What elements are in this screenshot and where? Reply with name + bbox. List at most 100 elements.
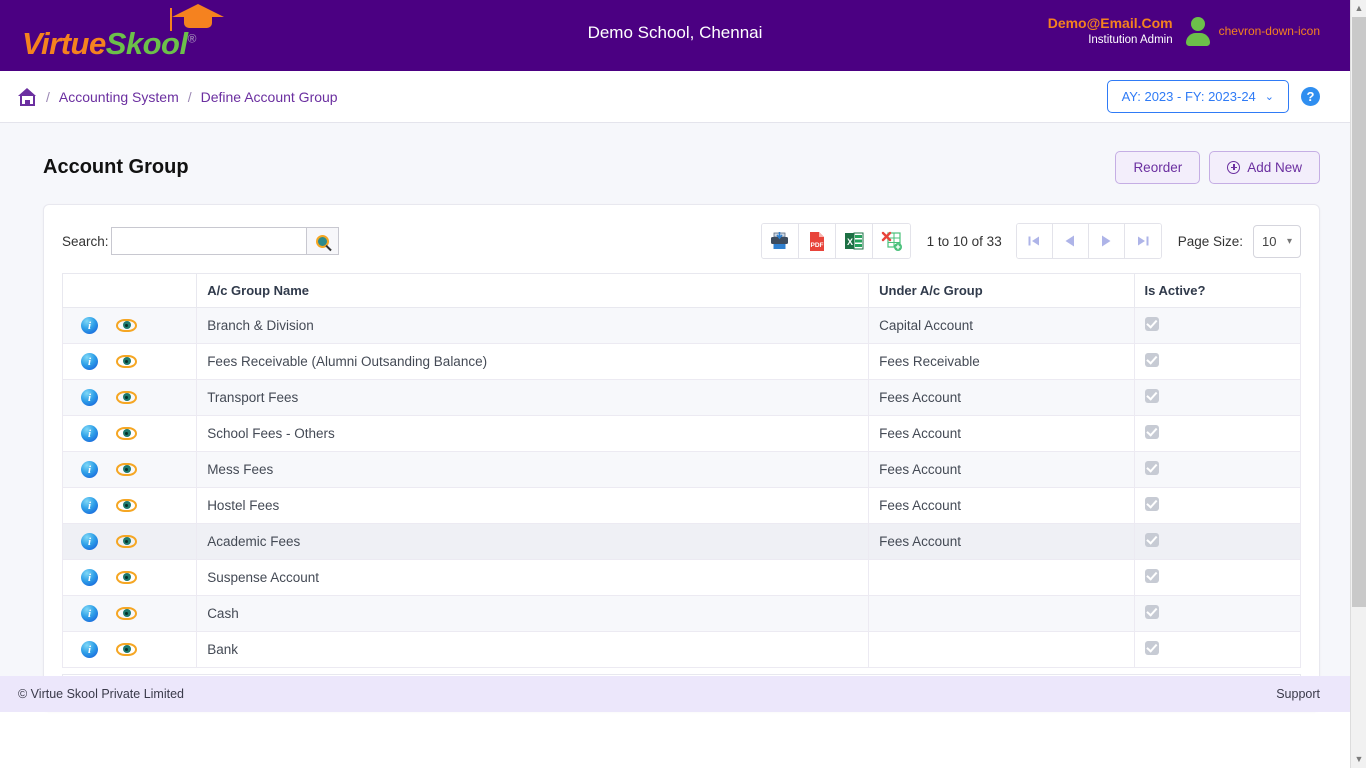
next-page-icon[interactable]: [1088, 224, 1125, 258]
breadcrumb-separator-2: /: [187, 88, 192, 105]
cell-under-ac-group: Fees Account: [868, 523, 1135, 560]
footer-support-link[interactable]: Support: [1276, 687, 1320, 701]
info-icon[interactable]: i: [81, 425, 98, 442]
chevron-down-icon[interactable]: chevron-down-icon: [1219, 24, 1320, 38]
add-new-button[interactable]: Add New: [1209, 151, 1320, 184]
cell-is-active: [1133, 379, 1301, 416]
cell-ac-group-name: Bank: [196, 631, 870, 668]
info-icon[interactable]: i: [81, 461, 98, 478]
table-row[interactable]: i Mess Fees Fees Account: [61, 451, 1301, 488]
window-vertical-scrollbar[interactable]: ▲ ▼: [1350, 0, 1366, 768]
page-size-select[interactable]: 10 ▾: [1253, 224, 1301, 258]
info-icon[interactable]: i: [81, 641, 98, 658]
cell-ac-group-name: Cash: [196, 595, 870, 632]
academic-year-selector[interactable]: AY: 2023 - FY: 2023-24 ⌄: [1106, 80, 1289, 113]
search-button[interactable]: [305, 227, 339, 255]
cell-ac-group-name: Transport Fees: [196, 379, 870, 416]
user-menu[interactable]: Demo@Email.Com Institution Admin chevron…: [1048, 14, 1320, 48]
grid-toolbar: Search: PDF X 1 to 10 of 33 Page Size: 1…: [62, 223, 1301, 273]
column-header-actions: [61, 273, 198, 308]
table-row[interactable]: i Hostel Fees Fees Account: [61, 487, 1301, 524]
svg-text:X: X: [847, 237, 853, 247]
previous-page-icon[interactable]: [1052, 224, 1089, 258]
row-actions-cell: i: [61, 523, 198, 560]
breadcrumb-item-define-account-group: Define Account Group: [200, 88, 338, 105]
chevron-down-icon: ▾: [1286, 235, 1292, 247]
export-button-group: PDF X: [760, 223, 911, 259]
main-content: Account Group Reorder Add New Search: PD…: [0, 123, 1350, 712]
xml-icon[interactable]: [872, 224, 910, 258]
view-eye-icon[interactable]: [116, 535, 137, 548]
info-icon[interactable]: i: [81, 533, 98, 550]
breadcrumb-separator-1: /: [46, 88, 50, 105]
info-icon[interactable]: i: [81, 605, 98, 622]
cell-is-active: [1133, 415, 1301, 452]
table-row[interactable]: i Academic Fees Fees Account: [61, 523, 1301, 560]
breadcrumb-bar: / Accounting System / Define Account Gro…: [0, 71, 1350, 123]
svg-text:PDF: PDF: [810, 242, 823, 249]
column-header-is-active: Is Active?: [1133, 273, 1301, 308]
table-row[interactable]: i Cash: [61, 595, 1301, 632]
cell-is-active: [1133, 487, 1301, 524]
breadcrumb-item-accounting-system[interactable]: Accounting System: [59, 89, 179, 105]
info-icon[interactable]: i: [81, 569, 98, 586]
is-active-checkbox: [1144, 389, 1159, 403]
first-page-icon[interactable]: [1016, 224, 1053, 258]
cell-is-active: [1133, 559, 1301, 596]
user-avatar-icon[interactable]: [1185, 17, 1211, 47]
is-active-checkbox: [1144, 317, 1159, 331]
search-input[interactable]: [110, 227, 306, 255]
table-row[interactable]: i Branch & Division Capital Account: [61, 307, 1301, 344]
account-group-table: A/c Group Name Under A/c Group Is Active…: [61, 273, 1301, 668]
print-icon[interactable]: [761, 224, 799, 258]
view-eye-icon[interactable]: [116, 571, 137, 584]
page-size-label: Page Size:: [1177, 233, 1243, 249]
window-scroll-thumb[interactable]: [1352, 17, 1366, 607]
info-icon[interactable]: i: [81, 353, 98, 370]
excel-icon[interactable]: X: [835, 224, 873, 258]
cell-ac-group-name: Academic Fees: [196, 523, 870, 560]
view-eye-icon[interactable]: [116, 427, 137, 440]
logo-text-primary: Virtue: [22, 25, 106, 61]
chevron-down-icon: ⌄: [1264, 91, 1274, 103]
cell-under-ac-group: [868, 559, 1135, 596]
row-actions-cell: i: [61, 379, 198, 416]
table-row[interactable]: i Suspense Account: [61, 559, 1301, 596]
row-actions-cell: i: [61, 559, 198, 596]
column-header-under-ac-group: Under A/c Group: [868, 273, 1135, 308]
info-icon[interactable]: i: [81, 497, 98, 514]
table-row[interactable]: i School Fees - Others Fees Account: [61, 415, 1301, 452]
view-eye-icon[interactable]: [116, 607, 137, 620]
view-eye-icon[interactable]: [116, 643, 137, 656]
app-logo[interactable]: VirtueSkool®: [22, 3, 224, 61]
is-active-checkbox: [1144, 605, 1159, 619]
cell-is-active: [1133, 595, 1301, 632]
view-eye-icon[interactable]: [116, 391, 137, 404]
reorder-button[interactable]: Reorder: [1115, 151, 1201, 184]
pdf-icon[interactable]: PDF: [798, 224, 836, 258]
table-row[interactable]: i Fees Receivable (Alumni Outsanding Bala…: [61, 343, 1301, 380]
view-eye-icon[interactable]: [116, 355, 137, 368]
cell-under-ac-group: Fees Account: [868, 415, 1135, 452]
view-eye-icon[interactable]: [116, 463, 137, 476]
table-row[interactable]: i Bank: [61, 631, 1301, 668]
help-button[interactable]: ?: [1301, 87, 1320, 106]
home-icon[interactable]: [18, 87, 37, 106]
info-icon[interactable]: i: [81, 317, 98, 334]
account-group-card: Search: PDF X 1 to 10 of 33 Page Size: 1…: [43, 204, 1320, 711]
page-title: Account Group: [43, 156, 189, 178]
info-icon[interactable]: i: [81, 389, 98, 406]
scroll-up-icon[interactable]: ▲: [1351, 0, 1366, 17]
scroll-down-icon[interactable]: ▼: [1351, 751, 1366, 768]
cell-under-ac-group: Fees Account: [868, 451, 1135, 488]
cell-under-ac-group: Fees Account: [868, 379, 1135, 416]
view-eye-icon[interactable]: [116, 499, 137, 512]
cell-is-active: [1133, 307, 1301, 344]
last-page-icon[interactable]: [1124, 224, 1161, 258]
pagination-controls: [1015, 223, 1162, 259]
view-eye-icon[interactable]: [116, 319, 137, 332]
table-row[interactable]: i Transport Fees Fees Account: [61, 379, 1301, 416]
cell-is-active: [1133, 523, 1301, 560]
is-active-checkbox: [1144, 569, 1159, 583]
cell-ac-group-name: Fees Receivable (Alumni Outsanding Balan…: [196, 343, 870, 380]
